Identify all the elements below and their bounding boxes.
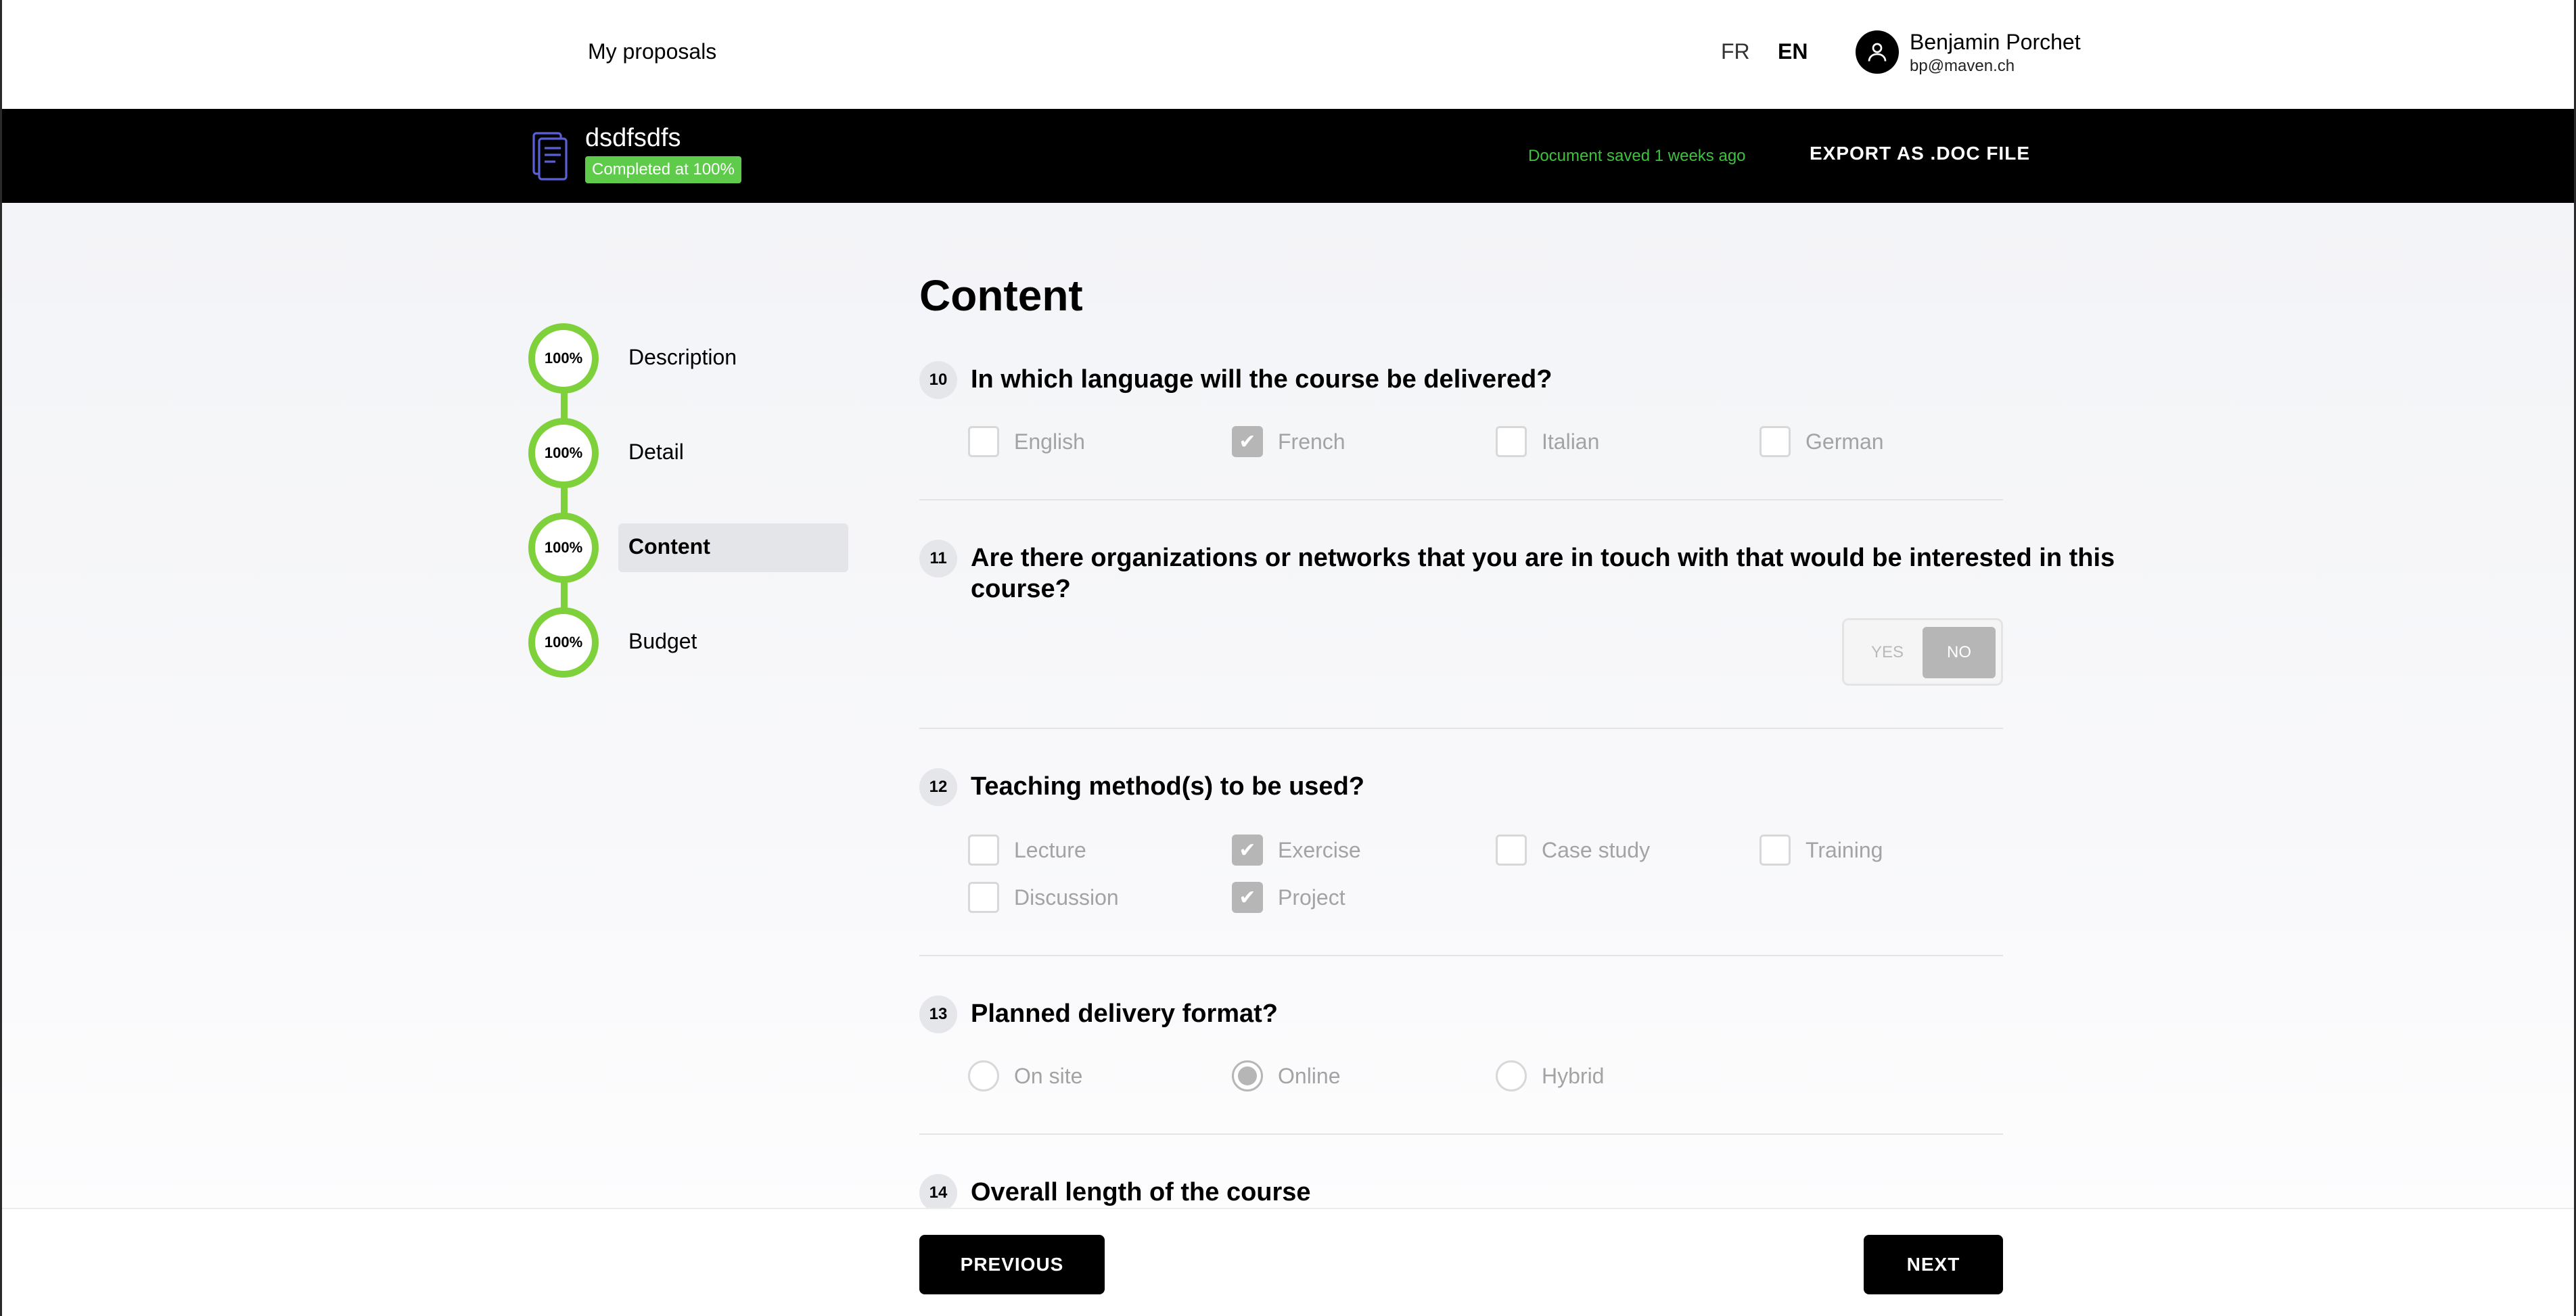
radio-on-site[interactable]: On site	[968, 1060, 1082, 1091]
next-button[interactable]: NEXT	[1864, 1235, 2003, 1294]
main-area	[2, 203, 2574, 1211]
checkbox-label: Lecture	[1014, 837, 1086, 862]
checkbox-lecture[interactable]: Lecture	[968, 835, 1086, 866]
checkbox-box[interactable]	[1496, 835, 1527, 866]
checkbox-french[interactable]: ✔ French	[1232, 426, 1346, 457]
step-label-description[interactable]: Description	[628, 345, 737, 370]
checkbox-box[interactable]	[968, 882, 999, 913]
radio-circle-selected[interactable]	[1232, 1060, 1263, 1091]
question-number-10: 10	[919, 361, 957, 399]
page-title: Content	[919, 271, 1083, 320]
check-icon: ✔	[1239, 839, 1256, 862]
checkbox-box-checked[interactable]: ✔	[1232, 426, 1263, 457]
question-text-11: Are there organizations or networks that…	[971, 542, 2115, 605]
checkbox-project[interactable]: ✔ Project	[1232, 882, 1346, 913]
app-window: My proposals FR EN Benjamin Porchet bp@m…	[0, 0, 2576, 1316]
step-circle-detail[interactable]: 100%	[528, 418, 599, 488]
my-proposals-link[interactable]: My proposals	[588, 39, 716, 64]
step-label-content[interactable]: Content	[628, 534, 710, 559]
previous-button[interactable]: PREVIOUS	[919, 1235, 1105, 1294]
checkbox-italian[interactable]: Italian	[1496, 426, 1599, 457]
step-circle-description[interactable]: 100%	[528, 323, 599, 394]
step-circle-budget[interactable]: 100%	[528, 607, 599, 678]
checkbox-box[interactable]	[1496, 426, 1527, 457]
toggle-yes-button[interactable]: YES	[1854, 627, 1921, 678]
radio-circle[interactable]	[968, 1060, 999, 1091]
question-number-11: 11	[919, 540, 957, 578]
radio-label: On site	[1014, 1063, 1083, 1088]
step-label-detail[interactable]: Detail	[628, 440, 684, 465]
footer-nav: PREVIOUS NEXT	[2, 1208, 2574, 1316]
question-text-13: Planned delivery format?	[971, 1000, 1279, 1028]
user-name: Benjamin Porchet	[1910, 30, 2081, 54]
divider	[919, 728, 2003, 729]
checkbox-label: Case study	[1542, 837, 1651, 862]
user-email: bp@maven.ch	[1910, 57, 2015, 75]
check-icon: ✔	[1239, 886, 1256, 909]
step-label-budget[interactable]: Budget	[628, 629, 697, 654]
question-number-14: 14	[919, 1174, 957, 1212]
question-number-12: 12	[919, 768, 957, 806]
checkbox-exercise[interactable]: ✔ Exercise	[1232, 835, 1361, 866]
check-icon: ✔	[1239, 430, 1256, 453]
checkbox-label: Italian	[1542, 429, 1600, 454]
document-icon	[532, 132, 568, 181]
checkbox-box[interactable]	[968, 835, 999, 866]
checkbox-discussion[interactable]: Discussion	[968, 882, 1119, 913]
lang-en-button[interactable]: EN	[1778, 39, 1808, 64]
document-title: dsdfsdfs	[585, 124, 681, 152]
lang-fr-button[interactable]: FR	[1721, 39, 1750, 64]
completion-badge: Completed at 100%	[585, 156, 741, 183]
question-text-12: Teaching method(s) to be used?	[971, 772, 1364, 801]
checkbox-label: Project	[1278, 885, 1346, 910]
checkbox-label: German	[1806, 429, 1884, 454]
checkbox-label: English	[1014, 429, 1085, 454]
radio-hybrid[interactable]: Hybrid	[1496, 1060, 1604, 1091]
radio-circle[interactable]	[1496, 1060, 1527, 1091]
checkbox-box[interactable]	[968, 426, 999, 457]
question-text-line: Are there organizations or networks that…	[971, 544, 2115, 572]
divider	[919, 1133, 2003, 1135]
avatar[interactable]	[1856, 30, 1899, 74]
divider	[919, 499, 2003, 500]
checkbox-label: French	[1278, 429, 1346, 454]
question-text-line: course?	[971, 575, 1071, 603]
checkbox-label: Exercise	[1278, 837, 1361, 862]
top-nav: My proposals FR EN Benjamin Porchet bp@m…	[2, 0, 2574, 109]
checkbox-box-checked[interactable]: ✔	[1232, 835, 1263, 866]
checkbox-english[interactable]: English	[968, 426, 1085, 457]
checkbox-german[interactable]: German	[1760, 426, 1884, 457]
checkbox-box-checked[interactable]: ✔	[1232, 882, 1263, 913]
checkbox-box[interactable]	[1760, 426, 1791, 457]
question-text-10: In which language will the course be del…	[971, 365, 1552, 394]
question-text-14: Overall length of the course	[971, 1178, 1311, 1206]
save-status: Document saved 1 weeks ago	[1528, 147, 1746, 165]
question-number-13: 13	[919, 995, 957, 1033]
step-circle-content[interactable]: 100%	[528, 513, 599, 583]
divider	[919, 955, 2003, 956]
checkbox-training[interactable]: Training	[1760, 835, 1883, 866]
user-icon	[1868, 43, 1887, 62]
radio-label: Online	[1278, 1063, 1341, 1088]
checkbox-label: Training	[1806, 837, 1883, 862]
toggle-no-button[interactable]: NO	[1923, 627, 1996, 678]
export-doc-button[interactable]: EXPORT AS .DOC FILE	[1810, 143, 2030, 164]
yes-no-toggle[interactable]: YES NO	[1842, 618, 2003, 686]
document-bar: dsdfsdfs Completed at 100% Document save…	[2, 109, 2574, 203]
radio-label: Hybrid	[1542, 1063, 1605, 1088]
checkbox-box[interactable]	[1760, 835, 1791, 866]
checkbox-case-study[interactable]: Case study	[1496, 835, 1650, 866]
radio-online[interactable]: Online	[1232, 1060, 1341, 1091]
checkbox-label: Discussion	[1014, 885, 1119, 910]
